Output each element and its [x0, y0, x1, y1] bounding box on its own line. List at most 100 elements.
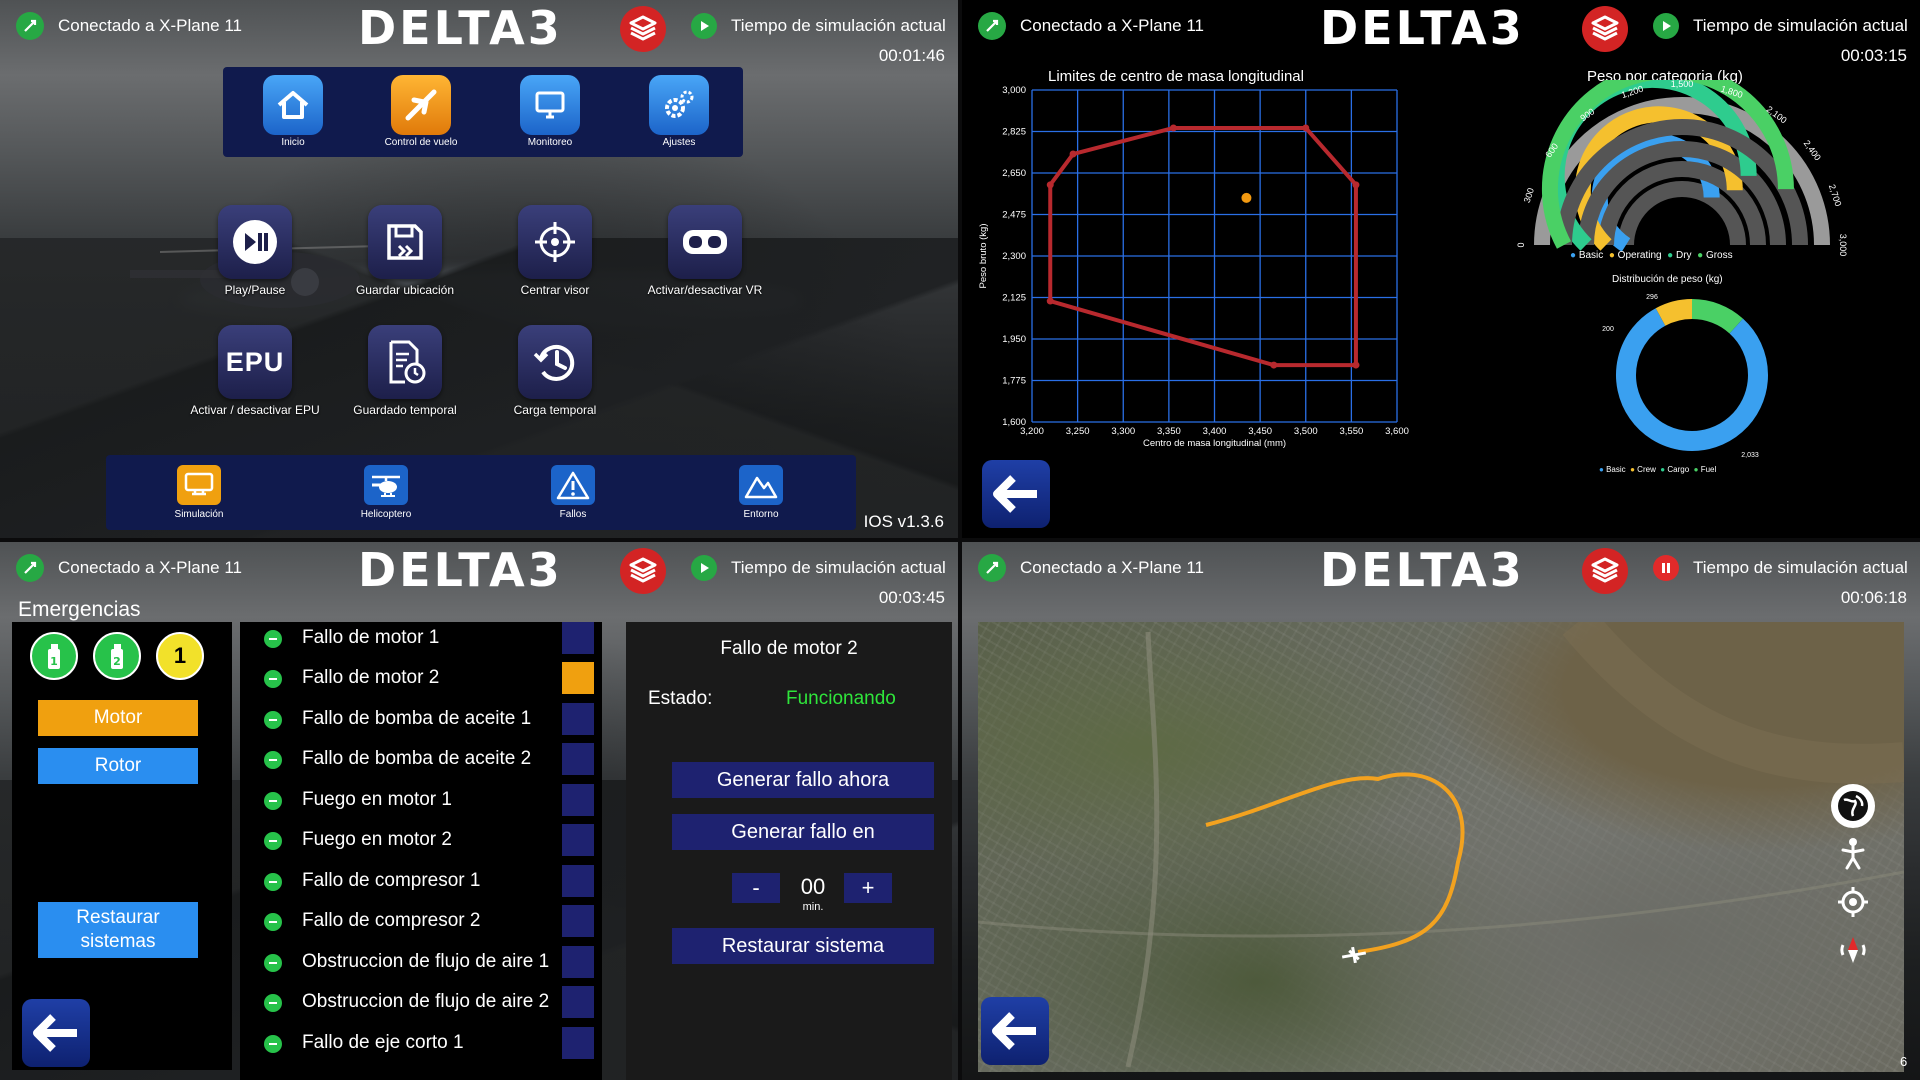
fault-item[interactable]: Fallo de compresor 2 [264, 907, 594, 937]
sim-time-label: Tiempo de simulación actual [1693, 16, 1908, 35]
fault-select-box[interactable] [562, 946, 594, 978]
nav-helicoptero[interactable]: Helicoptero [341, 465, 431, 520]
menu-inicio[interactable]: Inicio [243, 75, 343, 148]
app-label: Guardar ubicación [355, 283, 455, 297]
generate-fault-now-button[interactable]: Generar fallo ahora [672, 762, 934, 798]
play-icon[interactable] [1653, 13, 1679, 39]
generate-fault-in-button[interactable]: Generar fallo en [672, 814, 934, 850]
fault-select-box[interactable] [562, 986, 594, 1018]
fault-item[interactable]: Fuego en motor 1 [264, 786, 594, 816]
minutes-increment-button[interactable]: + [844, 873, 892, 903]
cg-envelope-vertex [1302, 124, 1310, 132]
state-value: Funcionando [786, 688, 896, 709]
pedestrian-icon[interactable] [1831, 832, 1875, 876]
toggle-vr-button[interactable]: Activar/desactivar VR [640, 205, 770, 297]
cg-envelope-vertex [1270, 361, 1278, 369]
legend-dot: ● [1599, 465, 1604, 474]
fault-select-box[interactable] [562, 622, 594, 654]
layers-icon[interactable] [620, 6, 666, 52]
layers-icon[interactable] [1582, 6, 1628, 52]
minutes-value[interactable]: 00 [786, 874, 840, 900]
back-arrow-icon [992, 1012, 1036, 1050]
layers-icon[interactable] [620, 548, 666, 594]
y-axis-label: Peso bruto (kg) [978, 224, 989, 289]
nav-fallos[interactable]: Fallos [528, 465, 618, 520]
gauge-tick-label: 3,000 [1838, 234, 1847, 257]
fault-item[interactable]: Fallo de bomba de aceite 1 [264, 705, 594, 735]
fault-label: Fallo de bomba de aceite 2 [302, 748, 532, 769]
satellite-map[interactable] [978, 622, 1904, 1072]
compass-icon[interactable] [1831, 928, 1875, 972]
fault-label: Fuego en motor 2 [302, 829, 452, 850]
y-tick-label: 1,950 [1002, 334, 1026, 345]
fault-select-box[interactable] [562, 1027, 594, 1059]
home-screen: Conectado a X-Plane 11 DELTA3 Tiempo de … [0, 0, 958, 538]
nav-entorno[interactable]: Entorno [716, 465, 806, 520]
restore-system-button[interactable]: Restaurar sistema [672, 928, 934, 964]
svg-text:1: 1 [50, 655, 58, 668]
x-tick-label: 3,350 [1157, 426, 1181, 437]
minutes-decrement-button[interactable]: - [732, 873, 780, 903]
fault-label: Fallo de eje corto 1 [302, 1032, 464, 1053]
extinguisher-1-icon[interactable]: 1 [30, 632, 78, 680]
main-menu: Inicio Control de vuelo Monitoreo Ajuste… [223, 67, 743, 157]
emergencies-screen: Conectado a X-Plane 11 DELTA3 Tiempo de … [0, 542, 958, 1080]
fault-item[interactable]: Fallo de motor 2 [264, 664, 594, 694]
menu-control-de-vuelo[interactable]: Control de vuelo [371, 75, 471, 148]
center-view-button[interactable]: Centrar visor [490, 205, 620, 297]
layers-icon[interactable] [1582, 548, 1628, 594]
menu-monitoreo[interactable]: Monitoreo [500, 75, 600, 148]
minutes-unit: min. [802, 901, 824, 913]
gauge-tick-label: 300 [1522, 187, 1536, 204]
play-pause-button[interactable]: Play/Pause [190, 205, 320, 297]
fault-select-box[interactable] [562, 784, 594, 816]
fault-select-box[interactable] [562, 905, 594, 937]
fault-select-box[interactable] [562, 703, 594, 735]
fault-item[interactable]: Fallo de bomba de aceite 2 [264, 745, 594, 775]
fault-select-box[interactable] [562, 743, 594, 775]
status-dot [264, 711, 282, 729]
restore-systems-button[interactable]: Restaurar sistemas [38, 902, 198, 958]
category-motor-button[interactable]: Motor [38, 700, 198, 736]
extinguisher-2-icon[interactable]: 2 [93, 632, 141, 680]
nav-simulacion[interactable]: Simulación [154, 465, 244, 520]
status-dot [264, 873, 282, 891]
temp-load-button[interactable]: Carga temporal [490, 325, 620, 417]
crosshair-icon [518, 205, 592, 279]
fault-item[interactable]: Fallo de motor 1 [264, 624, 594, 654]
engine-counter-badge[interactable]: 1 [156, 632, 204, 680]
fault-item[interactable]: Obstruccion de flujo de aire 2 [264, 988, 594, 1018]
globe-icon[interactable] [1831, 784, 1875, 828]
play-icon[interactable] [691, 555, 717, 581]
app-label: Activar/desactivar VR [647, 283, 763, 297]
temp-save-button[interactable]: Guardado temporal [340, 325, 470, 417]
status-dot [264, 954, 282, 972]
legend-dot: ● [1667, 250, 1674, 261]
fault-select-box[interactable] [562, 662, 594, 694]
fault-select-box[interactable] [562, 865, 594, 897]
toggle-epu-button[interactable]: EPU Activar / desactivar EPU [190, 325, 320, 417]
pause-icon[interactable] [1653, 555, 1679, 581]
fault-select-box[interactable] [562, 824, 594, 856]
fault-label: Fallo de compresor 2 [302, 910, 481, 931]
app-label: Centrar visor [520, 283, 590, 297]
category-rotor-button[interactable]: Rotor [38, 748, 198, 784]
epu-icon-text: EPU [225, 346, 285, 377]
back-button[interactable] [982, 460, 1050, 528]
header: Conectado a X-Plane 11 DELTA3 Tiempo de … [962, 0, 1920, 65]
header: Conectado a X-Plane 11 DELTA3 Tiempo de … [962, 542, 1920, 607]
back-button[interactable] [22, 999, 90, 1067]
back-button[interactable] [981, 997, 1049, 1065]
locate-icon[interactable] [1831, 880, 1875, 924]
menu-ajustes[interactable]: Ajustes [629, 75, 729, 148]
fault-item[interactable]: Fallo de compresor 1 [264, 867, 594, 897]
save-location-button[interactable]: Guardar ubicación [340, 205, 470, 297]
connection-status: Conectado a X-Plane 11 [1020, 16, 1204, 35]
sim-time-value: 00:06:18 [1840, 588, 1907, 607]
x-tick-label: 3,400 [1203, 426, 1227, 437]
map-overlay [978, 622, 1904, 1068]
fault-item[interactable]: Fuego en motor 2 [264, 826, 594, 856]
play-icon[interactable] [691, 13, 717, 39]
fault-item[interactable]: Obstruccion de flujo de aire 1 [264, 948, 594, 978]
fault-item[interactable]: Fallo de eje corto 1 [264, 1029, 594, 1059]
